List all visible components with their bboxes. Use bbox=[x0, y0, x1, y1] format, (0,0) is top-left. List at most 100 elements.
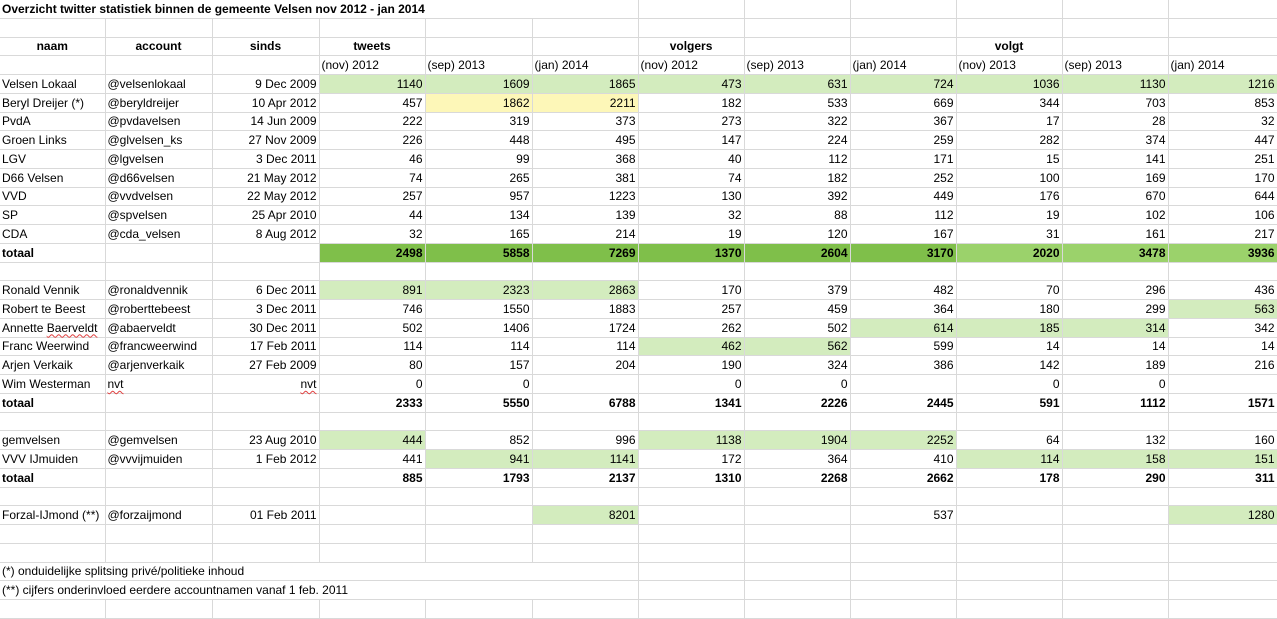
empty-cell[interactable] bbox=[105, 412, 213, 432]
empty-cell[interactable] bbox=[212, 524, 320, 544]
empty-cell[interactable] bbox=[212, 243, 320, 263]
cell-value[interactable]: 342 bbox=[1168, 318, 1277, 338]
cell-naam[interactable]: VVD bbox=[0, 187, 106, 207]
empty-cell[interactable] bbox=[532, 524, 639, 544]
cell-value[interactable]: 169 bbox=[1062, 168, 1169, 188]
cell-value[interactable]: 185 bbox=[956, 318, 1063, 338]
empty-cell[interactable] bbox=[0, 412, 106, 432]
empty-cell[interactable] bbox=[0, 18, 106, 38]
cell-sinds[interactable]: 01 Feb 2011 bbox=[212, 505, 320, 525]
cell-value[interactable]: 410 bbox=[850, 449, 957, 469]
cell-account[interactable]: @vvdvelsen bbox=[105, 187, 213, 207]
cell-value[interactable]: 19 bbox=[956, 205, 1063, 225]
cell-value[interactable]: 599 bbox=[850, 337, 957, 357]
cell-account[interactable]: @abaerveldt bbox=[105, 318, 213, 338]
cell-value[interactable]: 374 bbox=[1062, 130, 1169, 150]
cell-total-value[interactable]: 1571 bbox=[1168, 393, 1277, 413]
cell-total-value[interactable]: 290 bbox=[1062, 468, 1169, 488]
empty-cell[interactable] bbox=[532, 543, 639, 563]
cell-sinds[interactable]: 27 Nov 2009 bbox=[212, 130, 320, 150]
cell-value[interactable]: 322 bbox=[744, 112, 851, 132]
cell-value[interactable]: 170 bbox=[638, 280, 745, 300]
cell-value[interactable]: 563 bbox=[1168, 299, 1277, 319]
cell-value[interactable] bbox=[319, 505, 426, 525]
cell-naam[interactable]: PvdA bbox=[0, 112, 106, 132]
empty-cell[interactable] bbox=[532, 562, 639, 582]
cell-total-value[interactable]: 2333 bbox=[319, 393, 426, 413]
cell-value[interactable]: 368 bbox=[532, 149, 639, 169]
empty-cell[interactable] bbox=[212, 599, 320, 619]
cell-value[interactable]: 495 bbox=[532, 130, 639, 150]
header-volgers[interactable]: volgers bbox=[638, 37, 745, 57]
cell-value[interactable]: 1216 bbox=[1168, 74, 1277, 94]
cell-value[interactable]: 214 bbox=[532, 224, 639, 244]
cell-sinds[interactable]: 22 May 2012 bbox=[212, 187, 320, 207]
cell-value[interactable]: 1280 bbox=[1168, 505, 1277, 525]
cell-value[interactable]: 74 bbox=[319, 168, 426, 188]
cell-account[interactable]: @vvvijmuiden bbox=[105, 449, 213, 469]
cell-value[interactable]: 14 bbox=[956, 337, 1063, 357]
cell-value[interactable]: 392 bbox=[744, 187, 851, 207]
cell-sinds[interactable]: 1 Feb 2012 bbox=[212, 449, 320, 469]
cell-value[interactable]: 31 bbox=[956, 224, 1063, 244]
empty-cell[interactable] bbox=[1168, 580, 1277, 600]
empty-cell[interactable] bbox=[532, 37, 639, 57]
empty-cell[interactable] bbox=[319, 543, 426, 563]
empty-cell[interactable] bbox=[1062, 562, 1169, 582]
cell-naam[interactable]: Groen Links bbox=[0, 130, 106, 150]
cell-value[interactable]: 2323 bbox=[425, 280, 533, 300]
empty-cell[interactable] bbox=[1062, 487, 1169, 507]
cell-value[interactable] bbox=[1062, 505, 1169, 525]
empty-cell[interactable] bbox=[319, 524, 426, 544]
empty-cell[interactable] bbox=[1062, 412, 1169, 432]
cell-value[interactable]: 112 bbox=[850, 205, 957, 225]
empty-cell[interactable] bbox=[425, 543, 533, 563]
cell-value[interactable]: 180 bbox=[956, 299, 1063, 319]
empty-cell[interactable] bbox=[850, 412, 957, 432]
empty-cell[interactable] bbox=[0, 487, 106, 507]
cell-value[interactable]: 114 bbox=[956, 449, 1063, 469]
empty-cell[interactable] bbox=[105, 487, 213, 507]
cell-value[interactable]: 282 bbox=[956, 130, 1063, 150]
cell-total-value[interactable]: 7269 bbox=[532, 243, 639, 263]
cell-value[interactable]: 262 bbox=[638, 318, 745, 338]
cell-naam[interactable]: Velsen Lokaal bbox=[0, 74, 106, 94]
cell-value[interactable]: 44 bbox=[319, 205, 426, 225]
cell-value[interactable]: 142 bbox=[956, 355, 1063, 375]
cell-naam[interactable]: Franc Weerwind bbox=[0, 337, 106, 357]
cell-naam[interactable]: Ronald Vennik bbox=[0, 280, 106, 300]
empty-cell[interactable] bbox=[1062, 580, 1169, 600]
cell-total-value[interactable]: 2226 bbox=[744, 393, 851, 413]
cell-naam[interactable]: Robert te Beest bbox=[0, 299, 106, 319]
cell-value[interactable]: 252 bbox=[850, 168, 957, 188]
cell-value[interactable]: 273 bbox=[638, 112, 745, 132]
empty-cell[interactable] bbox=[532, 0, 639, 19]
cell-sinds[interactable]: 10 Apr 2012 bbox=[212, 93, 320, 113]
cell-value[interactable]: 502 bbox=[744, 318, 851, 338]
cell-sinds[interactable]: 21 May 2012 bbox=[212, 168, 320, 188]
empty-cell[interactable] bbox=[956, 412, 1063, 432]
empty-cell[interactable] bbox=[956, 18, 1063, 38]
cell-total-value[interactable]: 2662 bbox=[850, 468, 957, 488]
cell-value[interactable]: 0 bbox=[956, 374, 1063, 394]
empty-cell[interactable] bbox=[744, 580, 851, 600]
cell-value[interactable] bbox=[638, 505, 745, 525]
cell-total-value[interactable]: 311 bbox=[1168, 468, 1277, 488]
empty-cell[interactable] bbox=[1062, 599, 1169, 619]
header-tweets[interactable]: tweets bbox=[319, 37, 426, 57]
header-sinds[interactable]: sinds bbox=[212, 37, 320, 57]
cell-value[interactable]: 158 bbox=[1062, 449, 1169, 469]
empty-cell[interactable] bbox=[638, 543, 745, 563]
cell-value[interactable]: 257 bbox=[319, 187, 426, 207]
empty-cell[interactable] bbox=[425, 412, 533, 432]
empty-cell[interactable] bbox=[1168, 562, 1277, 582]
cell-total-value[interactable]: 1310 bbox=[638, 468, 745, 488]
cell-value[interactable]: 379 bbox=[744, 280, 851, 300]
cell-value[interactable]: 259 bbox=[850, 130, 957, 150]
cell-sinds[interactable]: 3 Dec 2011 bbox=[212, 299, 320, 319]
empty-cell[interactable] bbox=[956, 0, 1063, 19]
empty-cell[interactable] bbox=[105, 599, 213, 619]
cell-naam[interactable]: D66 Velsen bbox=[0, 168, 106, 188]
cell-value[interactable] bbox=[744, 505, 851, 525]
empty-cell[interactable] bbox=[744, 262, 851, 282]
